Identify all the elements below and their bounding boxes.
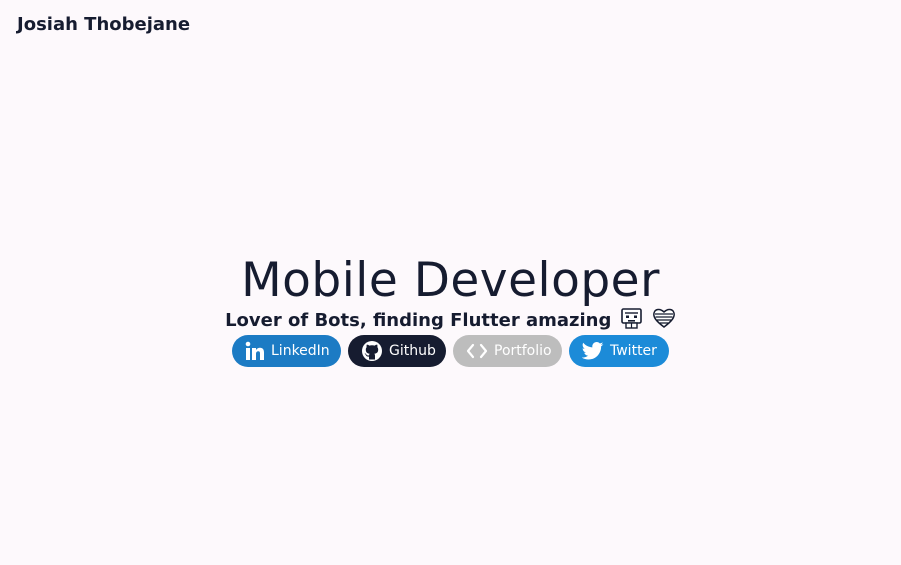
heart-icon [652, 307, 676, 338]
twitter-icon [582, 340, 604, 362]
hero: Mobile Developer [0, 252, 901, 310]
linkedin-icon [245, 340, 265, 362]
twitter-label: Twitter [610, 343, 657, 359]
page-title: Mobile Developer [241, 253, 660, 308]
github-label: Github [389, 343, 436, 359]
twitter-button[interactable]: Twitter [569, 335, 669, 367]
github-icon [361, 340, 383, 362]
github-button[interactable]: Github [348, 335, 446, 367]
linkedin-label: LinkedIn [271, 343, 330, 359]
social-links: LinkedIn Github Portfolio Twitter [232, 335, 669, 367]
tagline-text: Lover of Bots, finding Flutter amazing [225, 310, 612, 331]
portfolio-label: Portfolio [494, 343, 552, 359]
site-name[interactable]: Josiah Thobejane [17, 14, 190, 35]
code-icon [466, 340, 488, 362]
linkedin-button[interactable]: LinkedIn [232, 335, 341, 367]
robot-icon [620, 307, 644, 338]
tagline: Lover of Bots, finding Flutter amazing [0, 307, 901, 338]
portfolio-button[interactable]: Portfolio [453, 335, 562, 367]
